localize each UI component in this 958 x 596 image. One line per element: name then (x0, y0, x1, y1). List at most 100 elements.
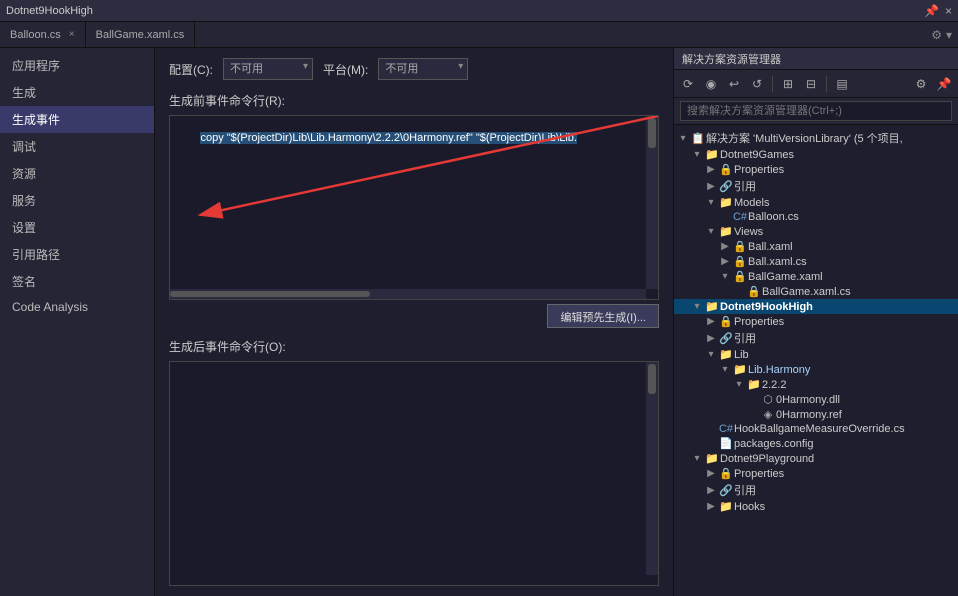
tree-arrow[interactable]: ▾ (690, 453, 704, 464)
tree-icon-folder: 🔒 (718, 467, 734, 480)
scrollbar-h-thumb (170, 291, 370, 297)
settings-icon[interactable]: ⚙ (931, 28, 942, 42)
main-area: 应用程序生成生成事件调试资源服务设置引用路径签名Code Analysis 配置… (0, 48, 958, 596)
tree-arrow[interactable]: ▶ (704, 164, 718, 175)
tree-node[interactable]: ▶🔗引用 (674, 481, 958, 499)
tree-arrow[interactable]: ▾ (732, 379, 746, 390)
tree-icon-project: 📁 (704, 452, 720, 465)
tree-arrow[interactable]: ▾ (704, 197, 718, 208)
sidebar-item-build[interactable]: 生成 (0, 79, 154, 106)
toolbar-btn-pin[interactable]: 📌 (934, 74, 954, 94)
tree-icon-folder: 🔗 (718, 332, 734, 345)
scrollbar-vertical[interactable] (646, 116, 658, 289)
tree-arrow[interactable]: ▾ (718, 271, 732, 282)
sidebar-item-app[interactable]: 应用程序 (0, 52, 154, 79)
tree-node[interactable]: ▾🔒BallGame.xaml (674, 269, 958, 284)
right-panel: 解决方案资源管理器 ⟳ ◉ ↩ ↺ ⊞ ⊟ ▤ ⚙ 📌 ▾📋解决方案 'Mult… (673, 48, 958, 596)
tab-close-balloon[interactable]: × (69, 29, 75, 40)
tree-arrow[interactable]: ▶ (704, 181, 718, 192)
tree-arrow[interactable]: ▶ (718, 256, 732, 267)
tree-node[interactable]: ▶🔒Ball.xaml (674, 239, 958, 254)
sidebar-item-ref-path[interactable]: 引用路径 (0, 241, 154, 268)
tree-arrow[interactable]: ▾ (704, 226, 718, 237)
close-icon[interactable]: × (945, 4, 952, 18)
sidebar-item-debug[interactable]: 调试 (0, 133, 154, 160)
tree-node[interactable]: ▶📁Hooks (674, 499, 958, 514)
tree-area[interactable]: ▾📋解决方案 'MultiVersionLibrary' (5 个项目,▾📁Do… (674, 125, 958, 596)
postbuild-scrollbar-v[interactable] (646, 362, 658, 575)
toolbar-btn-6[interactable]: ⊟ (801, 74, 821, 94)
tree-arrow[interactable]: ▶ (718, 241, 732, 252)
tree-label: Lib.Harmony (748, 364, 958, 376)
dropdown-icon[interactable]: ▾ (946, 28, 952, 42)
center-content: 配置(C): 不可用 平台(M): 不可用 生成前事件命令行(R): copy … (155, 48, 673, 596)
tree-node[interactable]: ▾📁Lib.Harmony (674, 362, 958, 377)
tree-arrow[interactable]: ▾ (718, 364, 732, 375)
toolbar-btn-4[interactable]: ↺ (747, 74, 767, 94)
right-toolbar: ⟳ ◉ ↩ ↺ ⊞ ⊟ ▤ ⚙ 📌 (674, 70, 958, 98)
tree-icon-project: 📁 (704, 148, 720, 161)
tree-label: Properties (734, 164, 958, 176)
tree-node[interactable]: ▶🔒Properties (674, 466, 958, 481)
tree-node[interactable]: ▶🔗引用 (674, 177, 958, 195)
tree-node[interactable]: C#HookBallgameMeasureOverride.cs (674, 422, 958, 436)
tree-node[interactable]: 🔒BallGame.xaml.cs (674, 284, 958, 299)
tree-arrow[interactable]: ▶ (704, 485, 718, 496)
tree-node[interactable]: ▶🔗引用 (674, 329, 958, 347)
tree-label: Ball.xaml.cs (748, 256, 958, 268)
tree-node[interactable]: ▶🔒Properties (674, 314, 958, 329)
edit-prebuild-button[interactable]: 编辑预先生成(I)... (547, 304, 659, 328)
tree-node[interactable]: ⬡0Harmony.dll (674, 392, 958, 407)
tree-label: Models (734, 197, 958, 209)
toolbar-btn-5[interactable]: ⊞ (778, 74, 798, 94)
tree-node[interactable]: ◈0Harmony.ref (674, 407, 958, 422)
tab-ballgame-xaml-cs[interactable]: BallGame.xaml.cs (86, 22, 196, 47)
pin-icon[interactable]: 📌 (924, 4, 939, 18)
right-panel-header: 解决方案资源管理器 (674, 48, 958, 70)
tree-arrow[interactable]: ▾ (690, 301, 704, 312)
tree-node[interactable]: ▾📁Views (674, 224, 958, 239)
tree-icon-project: 📁 (704, 300, 720, 313)
tree-node[interactable]: ▾📁Models (674, 195, 958, 210)
tree-label: Dotnet9Playground (720, 453, 958, 465)
sidebar-item-services[interactable]: 服务 (0, 187, 154, 214)
sidebar-item-sign[interactable]: 签名 (0, 268, 154, 295)
tree-arrow[interactable]: ▶ (704, 333, 718, 344)
scrollbar-v-thumb (648, 118, 656, 148)
sidebar-item-resources[interactable]: 资源 (0, 160, 154, 187)
tree-label: 引用 (734, 482, 958, 498)
tree-node[interactable]: ▾📁Dotnet9Playground (674, 451, 958, 466)
tree-node[interactable]: C#Balloon.cs (674, 210, 958, 224)
platform-select[interactable]: 不可用 (378, 58, 468, 80)
scrollbar-horizontal[interactable] (170, 289, 646, 299)
toolbar-btn-settings[interactable]: ⚙ (911, 74, 931, 94)
postbuild-command-area[interactable] (169, 361, 659, 586)
sidebar-item-settings[interactable]: 设置 (0, 214, 154, 241)
tree-node[interactable]: ▾📁Dotnet9Games (674, 147, 958, 162)
toolbar-btn-2[interactable]: ◉ (701, 74, 721, 94)
tree-arrow[interactable]: ▾ (676, 133, 690, 144)
tree-node[interactable]: ▾📁Dotnet9HookHigh (674, 299, 958, 314)
toolbar-btn-3[interactable]: ↩ (724, 74, 744, 94)
tree-label: Properties (734, 468, 958, 480)
tab-balloon-cs[interactable]: Balloon.cs × (0, 22, 86, 47)
sidebar-item-build-events[interactable]: 生成事件 (0, 106, 154, 133)
toolbar-btn-filter[interactable]: ▤ (832, 74, 852, 94)
tree-node[interactable]: ▶🔒Ball.xaml.cs (674, 254, 958, 269)
tree-node[interactable]: ▾📁Lib (674, 347, 958, 362)
sidebar-item-code-analysis[interactable]: Code Analysis (0, 295, 154, 319)
tree-node[interactable]: ▶🔒Properties (674, 162, 958, 177)
tree-node[interactable]: 📄packages.config (674, 436, 958, 451)
tree-arrow[interactable]: ▾ (704, 349, 718, 360)
tree-arrow[interactable]: ▶ (704, 468, 718, 479)
config-select[interactable]: 不可用 (223, 58, 313, 80)
tree-arrow[interactable]: ▶ (704, 501, 718, 512)
search-bar (674, 98, 958, 125)
search-input[interactable] (680, 101, 952, 121)
tree-arrow[interactable]: ▶ (704, 316, 718, 327)
tree-node[interactable]: ▾📋解决方案 'MultiVersionLibrary' (5 个项目, (674, 129, 958, 147)
prebuild-command-text[interactable]: copy "$(ProjectDir)Lib\Lib.Harmony\2.2.2… (170, 116, 658, 279)
tree-arrow[interactable]: ▾ (690, 149, 704, 160)
toolbar-btn-1[interactable]: ⟳ (678, 74, 698, 94)
tree-node[interactable]: ▾📁2.2.2 (674, 377, 958, 392)
